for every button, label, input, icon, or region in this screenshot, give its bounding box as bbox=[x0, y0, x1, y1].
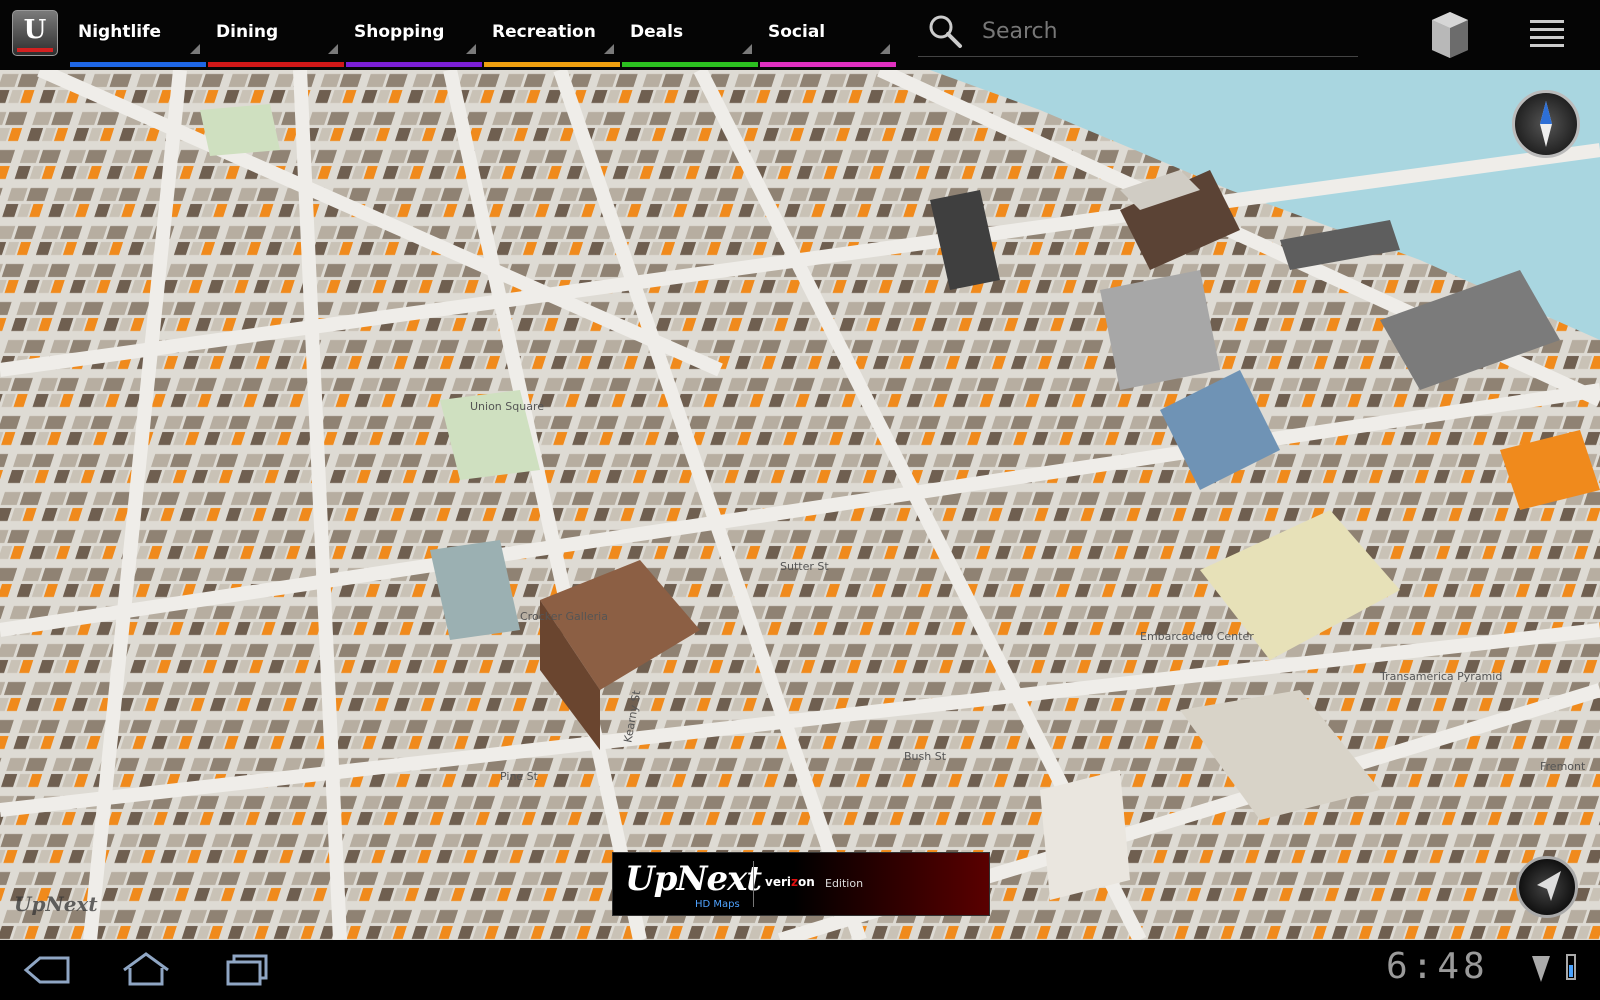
dropdown-corner-icon bbox=[880, 44, 890, 54]
recent-apps-icon[interactable] bbox=[220, 950, 276, 990]
street-label: Pine St bbox=[500, 770, 538, 783]
banner-divider bbox=[753, 861, 754, 907]
wifi-signal-icon bbox=[1532, 956, 1550, 982]
home-icon[interactable] bbox=[118, 950, 174, 990]
upnext-watermark: UpNext bbox=[14, 892, 98, 916]
logo-underline bbox=[17, 48, 53, 52]
upnext-banner: UpNext HD Maps verizon Edition bbox=[612, 852, 990, 916]
dropdown-corner-icon bbox=[190, 44, 200, 54]
category-color-bar bbox=[208, 62, 344, 67]
place-label: Embarcadero Center bbox=[1140, 630, 1254, 643]
compass-icon[interactable] bbox=[1512, 90, 1580, 158]
category-color-bar bbox=[484, 62, 620, 67]
street-label: Bush St bbox=[904, 750, 947, 763]
dropdown-corner-icon bbox=[742, 44, 752, 54]
category-color-bar bbox=[70, 62, 206, 67]
category-tab-social[interactable]: Social bbox=[760, 0, 896, 70]
menu-icon[interactable] bbox=[1530, 20, 1564, 50]
street-label: Sutter St bbox=[780, 560, 829, 573]
place-label: Union Square bbox=[470, 400, 545, 413]
category-label: Social bbox=[768, 22, 826, 42]
battery-icon bbox=[1566, 954, 1576, 980]
banner-subtitle: HD Maps bbox=[695, 899, 740, 910]
category-color-bar bbox=[760, 62, 896, 67]
place-label: Crocker Galleria bbox=[520, 610, 608, 623]
category-tab-dining[interactable]: Dining bbox=[208, 0, 344, 70]
my-location-arrow-icon[interactable] bbox=[1516, 856, 1578, 918]
category-label: Dining bbox=[216, 22, 279, 42]
top-bar: U Nightlife Dining Shopping Recreation D… bbox=[0, 0, 1600, 70]
city-3d-map bbox=[0, 70, 1600, 940]
carrier-logo: verizon bbox=[765, 875, 815, 889]
category-tab-recreation[interactable]: Recreation bbox=[484, 0, 620, 70]
category-tab-deals[interactable]: Deals bbox=[622, 0, 758, 70]
3d-buildings-toggle-icon[interactable] bbox=[1426, 6, 1474, 62]
street-label: Fremont bbox=[1540, 760, 1586, 773]
category-label: Deals bbox=[630, 22, 684, 42]
category-color-bar bbox=[346, 62, 482, 67]
banner-brand: UpNext bbox=[625, 859, 762, 899]
category-label: Shopping bbox=[354, 22, 445, 42]
dropdown-corner-icon bbox=[604, 44, 614, 54]
category-tab-shopping[interactable]: Shopping bbox=[346, 0, 482, 70]
banner-edition: Edition bbox=[825, 877, 864, 890]
search-icon[interactable] bbox=[926, 12, 966, 52]
search-input[interactable] bbox=[980, 14, 1344, 48]
dropdown-corner-icon bbox=[328, 44, 338, 54]
search-box[interactable] bbox=[918, 6, 1358, 57]
logo-letter: U bbox=[23, 15, 47, 45]
map-view[interactable]: Bush St Kearny St Pine St Sutter St Frem… bbox=[0, 70, 1600, 940]
back-icon[interactable] bbox=[20, 950, 76, 990]
status-clock: 6:48 bbox=[1386, 946, 1489, 987]
category-label: Recreation bbox=[492, 22, 596, 42]
category-label: Nightlife bbox=[78, 22, 162, 42]
category-tab-nightlife[interactable]: Nightlife bbox=[70, 0, 206, 70]
place-label: Transamerica Pyramid bbox=[1380, 670, 1503, 683]
upnext-logo-icon[interactable]: U bbox=[12, 10, 58, 56]
category-color-bar bbox=[622, 62, 758, 67]
system-bar: 6:48 bbox=[0, 940, 1600, 1000]
dropdown-corner-icon bbox=[466, 44, 476, 54]
